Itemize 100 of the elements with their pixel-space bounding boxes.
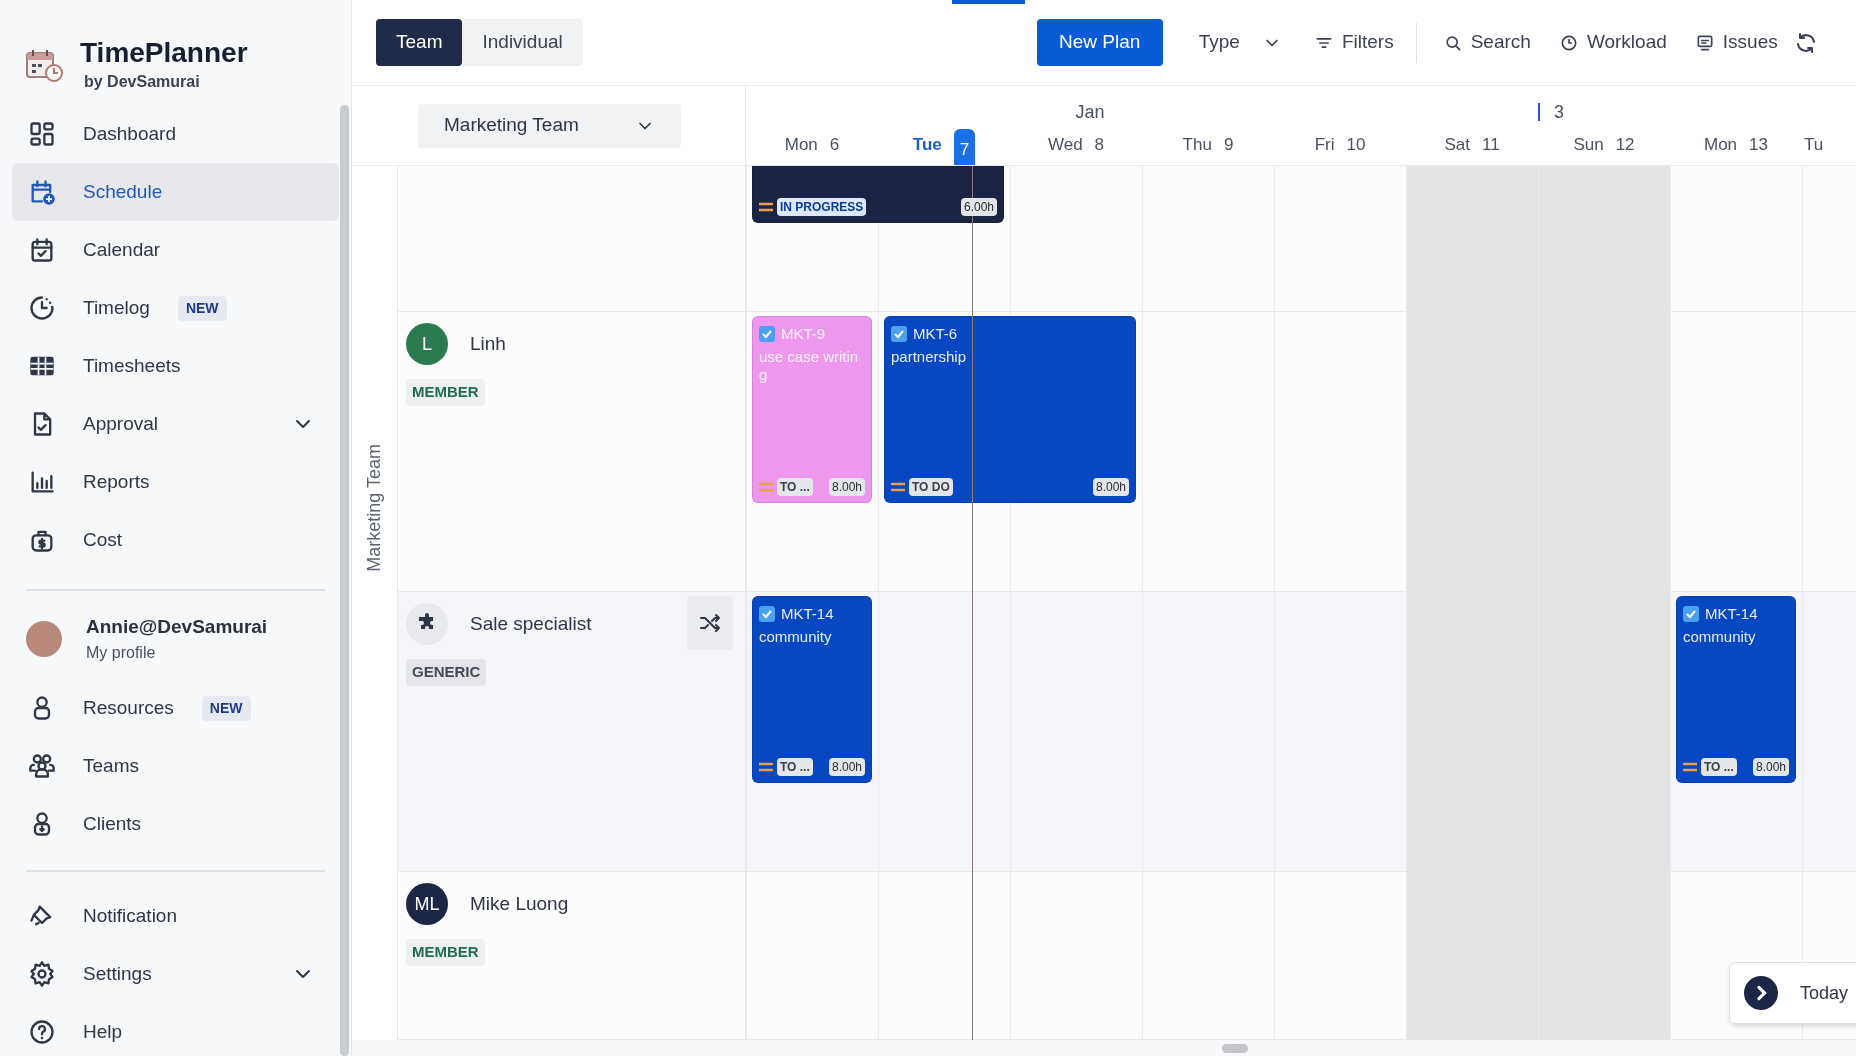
day-date: 12 (1615, 133, 1635, 156)
day-label: Mon (1704, 133, 1738, 156)
app-title: TimePlanner (80, 35, 248, 70)
member-name: Sale specialist (470, 611, 592, 636)
profile-subtitle: My profile (86, 643, 157, 664)
scrollbar-thumb[interactable] (1222, 1044, 1248, 1053)
hours-chip: 8.00h (828, 758, 865, 776)
task-card[interactable]: MKT-9 use case writing TO ... 8.00h (752, 316, 872, 503)
checkbox-icon (1683, 606, 1699, 623)
scrollbar-thumb[interactable] (340, 105, 349, 1056)
status-chip: TO ... (777, 758, 813, 776)
toolbar-button[interactable]: Workload (1550, 19, 1675, 66)
member-name: Mike Luong (470, 891, 569, 916)
task-key: MKT-14 (781, 603, 834, 626)
status-chip: IN PROGRESS (777, 198, 867, 216)
profile-link[interactable]: Annie@DevSamurai My profile (12, 599, 339, 679)
day-label: Tue (912, 133, 942, 156)
avatar (26, 621, 62, 657)
task-card[interactable]: MKT-6 partnership TO DO 8.00h (884, 316, 1136, 503)
hours-chip: 8.00h (1092, 478, 1129, 496)
day-label: Mon (784, 133, 818, 156)
app-subtitle: by DevSamurai (84, 71, 201, 92)
task-title: community (1683, 627, 1757, 646)
nav-item[interactable]: Schedule (12, 163, 339, 221)
day-label: Wed (1047, 133, 1083, 156)
priority-icon (1683, 762, 1697, 772)
help-icon (28, 1018, 56, 1046)
new-badge: NEW (201, 695, 251, 721)
profile-name: Annie@DevSamurai (86, 614, 268, 639)
avatar: ML (406, 883, 448, 925)
new-plan-button[interactable]: New Plan (1036, 19, 1163, 66)
day-label: Sat (1444, 133, 1470, 156)
task-title: partnership (891, 347, 968, 366)
checkbox-icon (759, 606, 775, 623)
week-marker (1538, 103, 1540, 121)
month-label: Jan (1075, 100, 1105, 124)
settings-icon (28, 960, 56, 988)
clock-icon (28, 294, 56, 322)
day-label: Thu (1182, 133, 1212, 156)
task-key: MKT-14 (1705, 603, 1758, 626)
nav-item[interactable]: Settings (12, 945, 339, 1003)
task-card[interactable]: MKT-14 community TO ... 8.00h (1676, 596, 1796, 783)
type-dropdown[interactable]: Type (1186, 19, 1294, 66)
checkbox-icon (891, 326, 907, 343)
nav-item[interactable]: Timelog NEW (12, 279, 339, 337)
task-title: community (759, 627, 833, 646)
nav-item[interactable]: Reports (12, 453, 339, 511)
week-number: 3 (1554, 100, 1564, 124)
view-tab[interactable]: Team (376, 19, 463, 66)
priority-icon (759, 482, 773, 492)
day-date: 6 (829, 133, 840, 156)
nav-item[interactable]: Cost (12, 511, 339, 569)
day-label: Fri (1314, 133, 1335, 156)
hours-chip: 8.00h (1752, 758, 1789, 776)
avatar: L (406, 323, 448, 365)
nav-item[interactable]: Approval (12, 395, 339, 453)
hours-chip: 6.00h (960, 198, 997, 216)
nav-item[interactable]: Notification (12, 887, 339, 945)
task-key: MKT-9 (781, 323, 826, 346)
group-icon (28, 752, 56, 780)
nav-item[interactable]: Dashboard (12, 105, 339, 163)
status-chip: TO DO (909, 478, 953, 496)
role-badge: GENERIC (406, 659, 487, 686)
status-chip: TO ... (777, 478, 813, 496)
view-tab[interactable]: Individual (462, 19, 583, 66)
toolbar-button[interactable]: Issues (1686, 19, 1786, 66)
nav-item[interactable]: Timesheets (12, 337, 339, 395)
task-title: use case writing (759, 347, 860, 384)
day-label: Tu (1804, 133, 1824, 156)
nav-item[interactable]: Teams (12, 737, 339, 795)
day-date: 13 (1749, 133, 1768, 156)
day-label: Sun (1573, 133, 1604, 156)
toolbar-button[interactable]: Search (1434, 19, 1539, 66)
team-select[interactable]: Marketing Team (418, 103, 681, 148)
chevron-right-icon (1744, 976, 1778, 1010)
nav-item[interactable]: Help (12, 1003, 339, 1056)
dashboard-icon (28, 120, 56, 148)
nav-item[interactable]: Resources NEW (12, 679, 339, 737)
priority-icon (891, 482, 905, 492)
shuffle-icon (698, 611, 722, 635)
toolbar-button[interactable]: Filters (1305, 19, 1402, 66)
day-date: 10 (1346, 133, 1366, 156)
priority-icon (759, 202, 773, 212)
checkbox-icon (759, 326, 775, 343)
status-chip: TO ... (1701, 758, 1737, 776)
day-date: 11 (1481, 133, 1500, 156)
day-date: 8 (1094, 133, 1105, 156)
task-key: MKT-6 (913, 323, 958, 346)
task-card[interactable]: MKT-14 community TO ... 8.00h (752, 596, 872, 783)
nav-item[interactable]: Calendar (12, 221, 339, 279)
hours-chip: 8.00h (828, 478, 865, 496)
role-badge: MEMBER (406, 379, 485, 406)
today-date: 7 (953, 129, 976, 165)
nav-item[interactable]: Clients (12, 795, 339, 853)
new-badge: NEW (177, 295, 227, 321)
shuffle-button[interactable] (687, 596, 733, 650)
task-card[interactable]: IN PROGRESS 6.00h (752, 166, 1004, 223)
member-name: Linh (470, 331, 506, 356)
role-badge: MEMBER (406, 939, 485, 966)
today-button[interactable]: Today (1729, 962, 1856, 1024)
